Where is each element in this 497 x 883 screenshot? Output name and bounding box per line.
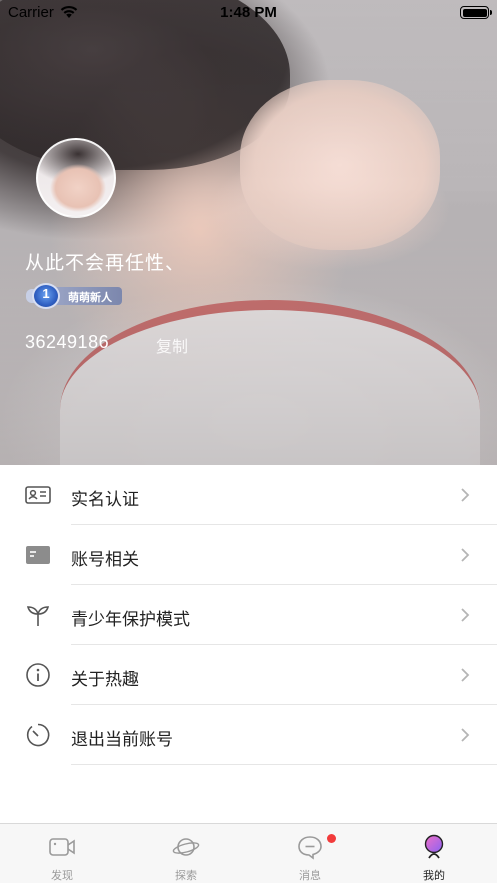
settings-menu: 实名认证 账号相关 青少年保护模式 关于热趣 退出当前账号 <box>0 465 497 765</box>
info-icon <box>26 663 50 687</box>
video-camera-icon <box>49 838 75 856</box>
menu-item-label: 青少年保护模式 <box>71 610 190 629</box>
id-card-icon <box>25 486 51 504</box>
profile-icon <box>424 834 444 859</box>
menu-item-label: 实名认证 <box>71 490 139 509</box>
tab-explore[interactable]: 探索 <box>124 824 248 883</box>
menu-item-teen-mode[interactable]: 青少年保护模式 <box>0 585 497 645</box>
menu-item-label: 账号相关 <box>71 550 139 569</box>
menu-item-account[interactable]: 账号相关 <box>0 525 497 585</box>
unread-badge <box>327 834 336 843</box>
clock: 1:48 PM <box>220 4 277 21</box>
nickname: 从此不会再任性、 <box>25 253 186 274</box>
copy-id-button[interactable]: 复制 <box>156 333 188 357</box>
battery-icon <box>460 6 492 19</box>
menu-item-label: 退出当前账号 <box>71 730 173 749</box>
chevron-right-icon <box>461 488 470 502</box>
chevron-right-icon <box>461 608 470 622</box>
tab-label: 消息 <box>299 870 321 882</box>
menu-item-real-name-verification[interactable]: 实名认证 <box>0 465 497 525</box>
tab-discover[interactable]: 发现 <box>0 824 124 883</box>
chevron-right-icon <box>461 548 470 562</box>
user-id: 36249186 <box>25 332 110 352</box>
divider <box>71 764 497 765</box>
tab-label: 我的 <box>423 870 445 882</box>
account-card-icon <box>26 546 50 564</box>
planet-icon <box>172 838 200 856</box>
profile-header-background <box>0 0 497 465</box>
menu-item-about[interactable]: 关于热趣 <box>0 645 497 705</box>
sprout-icon <box>26 606 50 626</box>
tab-messages[interactable]: 消息 <box>248 824 372 883</box>
tab-label: 发现 <box>51 870 73 882</box>
background-photo-shade <box>0 0 497 465</box>
chat-bubble-icon <box>298 836 322 860</box>
chevron-right-icon <box>461 728 470 742</box>
menu-item-logout[interactable]: 退出当前账号 <box>0 705 497 765</box>
tab-label: 探索 <box>175 870 197 882</box>
tab-bar: 发现 探索 消息 我的 <box>0 823 497 883</box>
level-number: 1 <box>42 286 50 301</box>
level-title: 萌萌新人 <box>68 292 112 304</box>
tab-me[interactable]: 我的 <box>372 824 496 883</box>
status-bar: Carrier 1:48 PM <box>0 0 497 26</box>
chevron-right-icon <box>461 668 470 682</box>
menu-item-label: 关于热趣 <box>71 670 139 689</box>
logout-icon <box>26 723 50 747</box>
level-badge: 1 萌萌新人 <box>26 283 122 309</box>
avatar[interactable] <box>36 138 116 218</box>
